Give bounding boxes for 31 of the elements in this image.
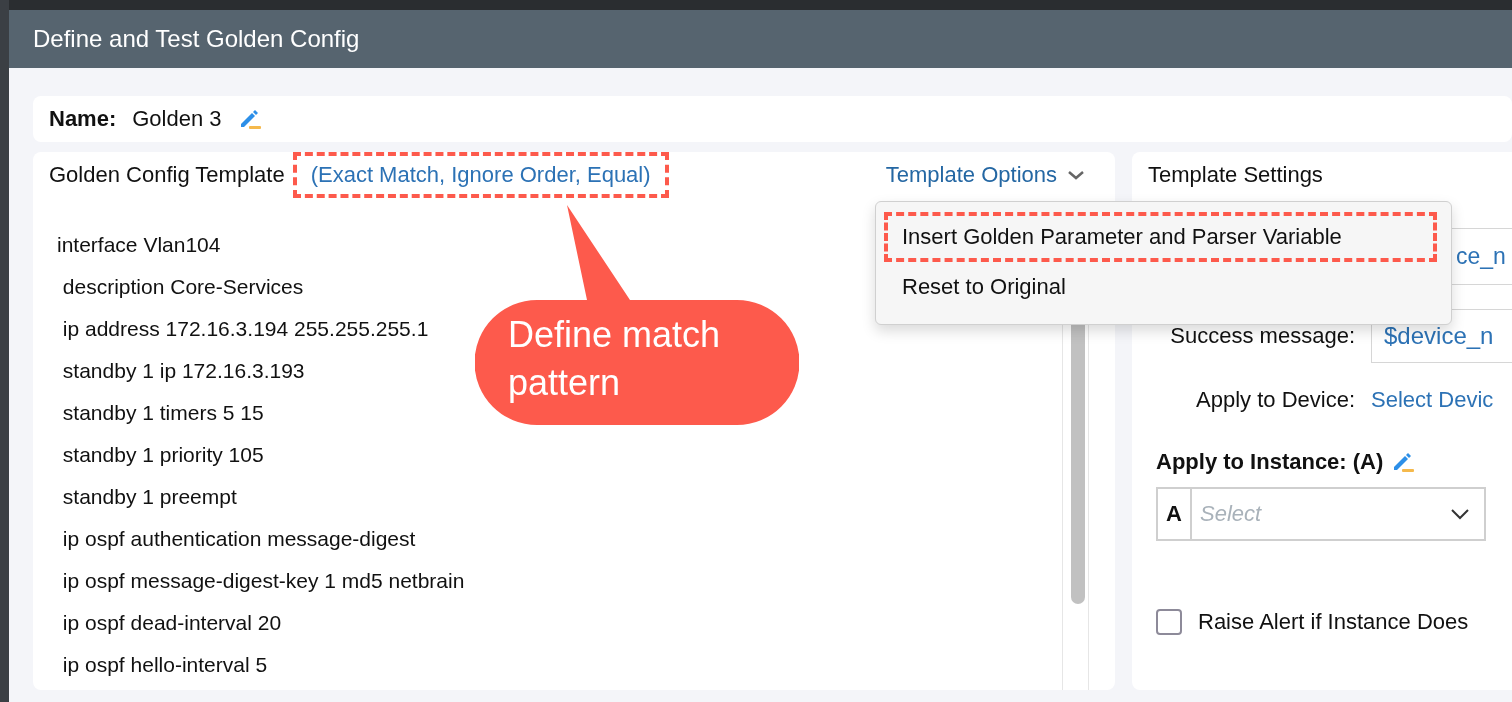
config-line: standby 1 timers 5 15 [61, 400, 264, 426]
checkbox-label: Raise Alert if Instance Does [1198, 609, 1469, 635]
config-line: ip ospf hello-interval 5 [61, 652, 268, 678]
instance-select[interactable]: A Select [1156, 487, 1486, 541]
config-line: ip ospf message-digest-key 1 md5 netbrain [61, 568, 465, 594]
instance-label: Apply to Instance: (A) [1156, 449, 1384, 475]
chevron-icon [1067, 169, 1085, 181]
config-line: ip address 172.16.3.194 255.255.255.1 [61, 316, 429, 342]
config-line: standby 1 preempt [61, 484, 237, 510]
config-line: standby 1 priority 105 [61, 442, 264, 468]
window-title: Define and Test Golden Config [9, 10, 1512, 68]
template-title: Golden Config Template [49, 162, 285, 188]
callout-text: Define match pattern [508, 313, 722, 405]
select-device-link[interactable]: Select Devic [1371, 387, 1512, 413]
template-options-button[interactable]: Template Options [885, 162, 1085, 188]
config-line: interface Vlan104 [57, 232, 221, 258]
menu-item[interactable]: Reset to Original [884, 262, 1437, 312]
edit-icon[interactable] [1391, 450, 1416, 474]
config-line: description Core-Services [61, 274, 304, 300]
checkbox[interactable] [1156, 609, 1182, 635]
menu-item[interactable]: Insert Golden Parameter and Parser Variable [884, 212, 1437, 262]
field-label: Success message: [1169, 323, 1355, 349]
config-line: ip ospf authentication message-digest [61, 526, 416, 552]
settings-title: Template Settings [1148, 162, 1323, 188]
name-value: Golden 3 [132, 106, 222, 132]
match-pattern-link[interactable]: (Exact Match, Ignore Order, Equal) [292, 152, 669, 198]
field-label: Apply to Device: [1195, 387, 1355, 413]
config-line: ip ospf dead-interval 20 [61, 610, 282, 636]
chevron-down-icon [1450, 508, 1470, 520]
name-label: Name: [49, 106, 117, 132]
config-line: standby 1 ip 172.16.3.193 [61, 358, 305, 384]
